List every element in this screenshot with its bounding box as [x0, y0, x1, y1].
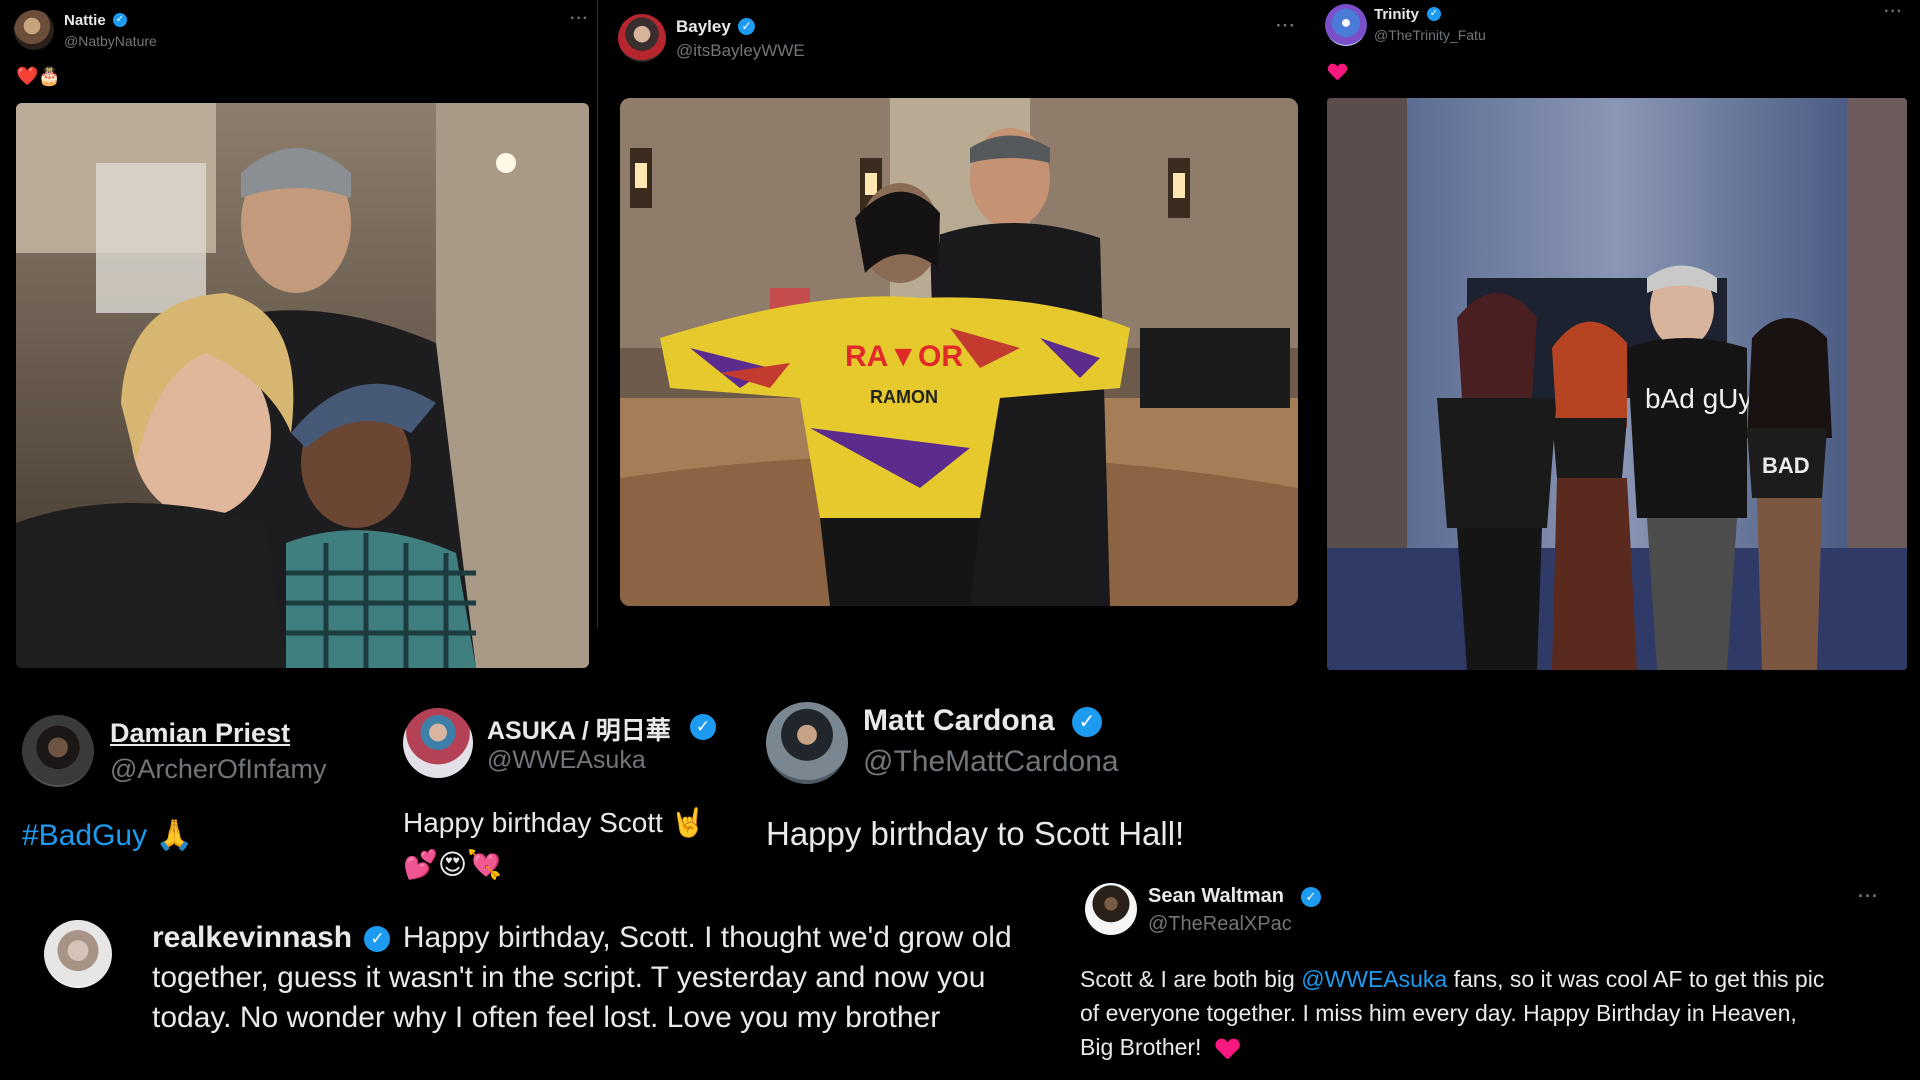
- jacket-text-ramon: RAMON: [870, 387, 938, 407]
- author-handle-trinity[interactable]: @TheTrinity_Fatu: [1374, 27, 1486, 43]
- photo-scene-trinity: bAd gUy BAD: [1327, 98, 1907, 670]
- author-name-asuka[interactable]: ASUKA / 明日華: [487, 711, 671, 747]
- more-options-icon[interactable]: ···: [1884, 3, 1903, 21]
- heart-icon: [1216, 1039, 1239, 1059]
- author-name-damian-priest[interactable]: Damian Priest: [110, 718, 290, 749]
- more-options-icon[interactable]: ···: [570, 10, 589, 28]
- author-handle-damian-priest[interactable]: @ArcherOfInfamy: [110, 754, 326, 785]
- tweet-text-nattie: ❤️🎂: [16, 66, 61, 86]
- tweet-photo-trinity[interactable]: bAd gUy BAD: [1327, 98, 1907, 670]
- jacket-text-razor: RA▼OR: [845, 340, 963, 373]
- avatar-matt-cardona[interactable]: [766, 702, 848, 784]
- verified-badge-icon: ✓: [738, 18, 755, 35]
- mention-wweasuka-link[interactable]: @WWEAsuka: [1301, 966, 1447, 992]
- tweet-photo-nattie[interactable]: [16, 103, 589, 668]
- verified-badge-icon: ✓: [1301, 887, 1321, 907]
- tweet-text-kevin-nash-line2: together, guess it wasn't in the script.…: [152, 961, 986, 994]
- verified-badge-icon: ✓: [690, 714, 716, 740]
- tweet-text-asuka-line1: Happy birthday Scott 🤘: [403, 807, 706, 838]
- author-name-trinity[interactable]: Trinity: [1374, 6, 1419, 23]
- praying-hands-emoji: 🙏: [155, 819, 193, 852]
- hashtag-badguy-link[interactable]: #BadGuy: [22, 819, 147, 852]
- verified-badge-icon: ✓: [1072, 707, 1102, 737]
- tweet-text-matt-cardona: Happy birthday to Scott Hall!: [766, 815, 1185, 852]
- avatar-asuka[interactable]: [403, 708, 473, 778]
- avatar-sean-waltman[interactable]: [1085, 883, 1137, 935]
- author-name-nattie[interactable]: Nattie: [64, 12, 106, 29]
- author-handle-bayley[interactable]: @itsBayleyWWE: [676, 41, 805, 61]
- heart-icon: [1328, 64, 1346, 80]
- author-name-matt-cardona[interactable]: Matt Cardona: [863, 704, 1055, 738]
- shirt-text-bad-guy: bAd gUy: [1645, 383, 1752, 414]
- more-options-icon[interactable]: ···: [1858, 886, 1879, 907]
- author-name-bayley[interactable]: Bayley: [676, 17, 731, 37]
- verified-badge-icon: ✓: [113, 13, 127, 27]
- verified-badge-icon: ✓: [1427, 7, 1441, 21]
- tweet-text-segment: of everyone together. I miss him every d…: [1080, 1000, 1797, 1026]
- tweet-text-segment: fans, so it was cool AF to get this pic: [1447, 966, 1825, 992]
- author-name-kevin-nash[interactable]: realkevinnash: [152, 921, 352, 954]
- tweet-text-segment: Big Brother!: [1080, 1034, 1202, 1060]
- avatar-bayley[interactable]: [618, 14, 666, 62]
- verified-badge-icon: ✓: [364, 926, 391, 952]
- avatar-kevin-nash[interactable]: [44, 920, 112, 988]
- tweet-text-damian-priest: #BadGuy 🙏: [22, 818, 193, 853]
- tee-text-bad: BAD: [1762, 453, 1810, 478]
- photo-scene-nattie: [16, 103, 589, 668]
- author-handle-sean-waltman[interactable]: @TheRealXPac: [1148, 913, 1292, 936]
- tweet-text-segment: Scott & I are both big: [1080, 966, 1302, 992]
- tweet-text-sean-waltman: Scott & I are both big @WWEAsuka fans, s…: [1080, 962, 1824, 1064]
- more-options-icon[interactable]: ···: [1276, 16, 1296, 36]
- avatar-nattie[interactable]: [14, 10, 54, 50]
- author-name-sean-waltman[interactable]: Sean Waltman: [1148, 885, 1284, 908]
- author-handle-matt-cardona[interactable]: @TheMattCardona: [863, 745, 1119, 779]
- tweet-text-asuka-emojis: 💕😍💘: [403, 849, 502, 880]
- photo-scene-bayley: RA▼OR RAMON: [620, 98, 1298, 606]
- author-handle-nattie[interactable]: @NatbyNature: [64, 33, 157, 49]
- author-handle-asuka[interactable]: @WWEAsuka: [487, 746, 646, 775]
- tweet-photo-bayley[interactable]: RA▼OR RAMON: [620, 98, 1298, 606]
- avatar-damian-priest[interactable]: [22, 715, 94, 787]
- tweet-text-kevin-nash-line1: Happy birthday, Scott. I thought we'd gr…: [402, 921, 1012, 954]
- avatar-trinity[interactable]: [1325, 4, 1367, 46]
- tweet-body-kevin-nash: realkevinnash ✓ Happy birthday, Scott. I…: [152, 918, 1012, 1038]
- column-divider: [597, 0, 598, 628]
- tweet-text-kevin-nash-line3: today. No wonder why I often feel lost. …: [152, 1001, 941, 1034]
